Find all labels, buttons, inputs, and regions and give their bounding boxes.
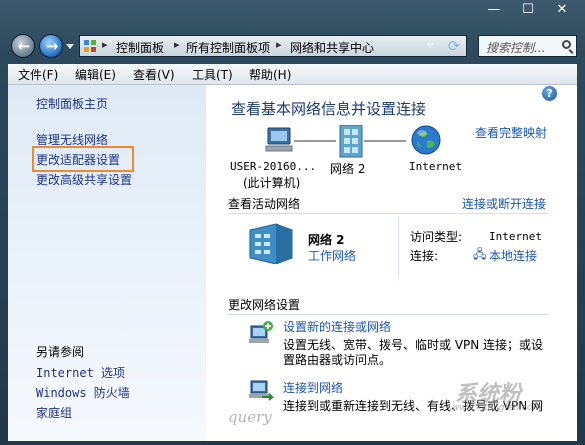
main-panel: ? 查看基本网络信息并设置连接 USER-20160... (此计算机) 网络 … <box>206 85 577 441</box>
access-type-label: 访问类型: <box>410 230 463 244</box>
map-computer-name: USER-20160... <box>230 160 317 173</box>
search-input[interactable]: 搜索控制... <box>478 35 577 57</box>
help-icon[interactable]: ? <box>542 86 557 101</box>
menu-tools[interactable]: 工具(T) <box>192 66 233 83</box>
breadcrumb-separator: ▸ <box>174 38 180 51</box>
computer-icon <box>265 127 293 152</box>
connect-to-network-link[interactable]: 连接到网络 <box>283 379 343 396</box>
connections-label: 连接: <box>410 249 439 263</box>
map-computer-sub: (此计算机) <box>243 176 301 190</box>
network-map <box>265 125 406 158</box>
breadcrumb-separator: ▸ <box>102 38 108 51</box>
network-type-link[interactable]: 工作网络 <box>308 247 356 264</box>
refresh-icon[interactable]: ⟳ <box>444 37 464 55</box>
sidebar-home-link[interactable]: 控制面板主页 <box>36 95 108 112</box>
search-icon[interactable] <box>562 40 571 49</box>
page-title: 查看基本网络信息并设置连接 <box>231 100 427 118</box>
address-bar[interactable]: ▸ 控制面板 ▸ 所有控制面板项 ▸ 网络和共享中心 <box>79 35 467 57</box>
breadcrumb-control-panel[interactable]: 控制面板 <box>116 39 164 56</box>
change-settings-title: 更改网络设置 <box>228 298 301 312</box>
arrow-left-icon: ← <box>17 37 31 55</box>
control-panel-icon <box>84 40 96 52</box>
brand-url-watermark: www.xitongfen.com <box>452 403 542 413</box>
address-dropdown[interactable] <box>426 43 434 48</box>
menu-edit[interactable]: 编辑(E) <box>75 66 116 83</box>
divider <box>398 216 399 276</box>
recent-pages-dropdown[interactable] <box>66 44 74 49</box>
title-bar: — ☐ ✕ <box>0 0 585 26</box>
window-frame: — ☐ ✕ ← → ▸ 控制面板 ▸ 所有控制面板项 ▸ 网络和共享中心 ⟳ 搜… <box>0 0 585 445</box>
menu-file[interactable]: 文件(F) <box>18 66 58 83</box>
sidebar-item-homegroup[interactable]: 家庭组 <box>36 404 72 421</box>
network-icon <box>339 125 363 158</box>
new-connection-icon <box>249 321 273 343</box>
divider <box>228 213 548 214</box>
breadcrumb-separator: ▸ <box>276 38 282 51</box>
sidebar-item-firewall[interactable]: Windows 防火墙 <box>36 384 130 401</box>
back-button[interactable]: ← <box>11 34 35 58</box>
see-also-title: 另请参阅 <box>36 345 85 359</box>
local-connection-icon: 🖧 <box>473 247 487 261</box>
close-button[interactable]: ✕ <box>548 0 576 20</box>
view-full-map-link[interactable]: 查看完整映射 <box>475 124 547 141</box>
breadcrumb-network-center[interactable]: 网络和共享中心 <box>290 39 374 56</box>
sidebar-item-advanced-sharing[interactable]: 更改高级共享设置 <box>36 171 132 188</box>
arrow-right-icon: → <box>45 37 59 55</box>
internet-globe-icon <box>411 125 441 155</box>
divider <box>228 314 548 315</box>
breadcrumb-all-items[interactable]: 所有控制面板项 <box>186 39 270 56</box>
sidebar: 控制面板主页 管理无线网络 更改适配器设置 更改高级共享设置 另请参阅 Inte… <box>8 85 206 441</box>
maximize-button[interactable]: ☐ <box>514 0 542 20</box>
minimize-button[interactable]: — <box>480 0 508 20</box>
search-placeholder: 搜索控制... <box>486 41 546 55</box>
access-type-value: Internet <box>489 230 542 243</box>
work-network-icon <box>249 223 293 264</box>
map-internet-label: Internet <box>409 160 462 173</box>
connect-disconnect-link[interactable]: 连接或断开连接 <box>462 195 546 212</box>
query-watermark: query <box>228 408 272 426</box>
menu-view[interactable]: 查看(V) <box>133 66 175 83</box>
sidebar-item-internet-options[interactable]: Internet 选项 <box>36 364 125 381</box>
menu-bar: 文件(F) 编辑(E) 查看(V) 工具(T) 帮助(H) <box>8 64 577 85</box>
setup-connection-desc-2: 置路由器或访问点。 <box>283 353 392 367</box>
active-network-name: 网络 2 <box>308 233 345 247</box>
menu-help[interactable]: 帮助(H) <box>249 66 291 83</box>
active-networks-title: 查看活动网络 <box>228 197 301 211</box>
connect-network-icon <box>249 380 274 401</box>
setup-connection-link[interactable]: 设置新的连接或网络 <box>283 318 391 335</box>
local-connection-link[interactable]: 本地连接 <box>489 247 537 264</box>
map-network-label[interactable]: 网络 2 <box>330 160 365 177</box>
forward-button[interactable]: → <box>39 34 63 58</box>
sidebar-item-change-adapter[interactable]: 更改适配器设置 <box>36 151 120 168</box>
